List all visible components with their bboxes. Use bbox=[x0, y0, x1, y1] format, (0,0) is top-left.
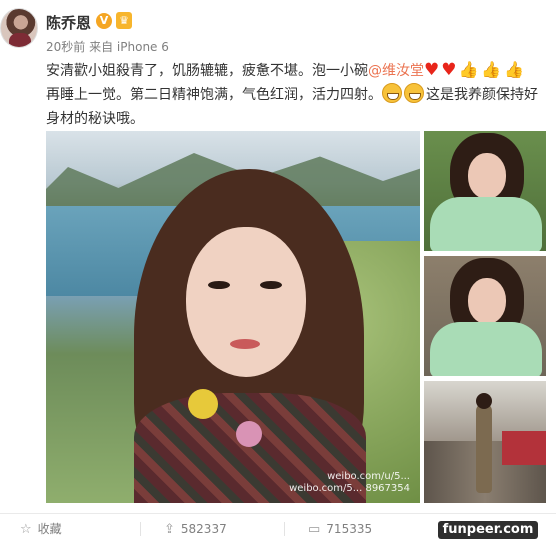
username[interactable]: 陈乔恩 bbox=[46, 12, 91, 33]
post-text-part-2: 再睡上一觉。第二日精神饱满，气色红润，活力四射。 bbox=[46, 87, 382, 103]
grin-emoji bbox=[404, 83, 424, 103]
thumbs-up-emoji: 👍 bbox=[458, 60, 479, 79]
thumbs-up-emoji: 👍 bbox=[481, 60, 502, 79]
repost-button[interactable]: ⇪ 582337 bbox=[164, 520, 227, 538]
post-time[interactable]: 20秒前 bbox=[46, 40, 85, 54]
comment-button[interactable]: ▭ 715335 bbox=[308, 520, 372, 538]
heart-emoji: ♥ bbox=[424, 60, 440, 80]
comment-icon: ▭ bbox=[308, 522, 321, 537]
grin-emoji bbox=[382, 83, 402, 103]
repost-icon: ⇪ bbox=[164, 522, 175, 537]
main-photo[interactable]: weibo.com/u/5... weibo.com/5... 8967354 bbox=[46, 131, 420, 503]
thumbs-up-emoji: 👍 bbox=[504, 60, 525, 79]
post-text-part-1: 安清歡小姐殺青了，饥肠辘辘，疲惫不堪。泡一小碗 bbox=[46, 63, 368, 79]
star-icon: ☆ bbox=[20, 522, 32, 537]
thumbnail-photo-1[interactable] bbox=[424, 131, 546, 251]
thumbnail-photo-3[interactable] bbox=[424, 381, 546, 503]
thumbnail-photo-2[interactable] bbox=[424, 256, 546, 376]
avatar[interactable] bbox=[0, 8, 38, 48]
post-source[interactable]: 来自 iPhone 6 bbox=[89, 40, 169, 54]
divider bbox=[140, 522, 141, 536]
photo-watermark: weibo.com/u/5... weibo.com/5... 8967354 bbox=[289, 471, 410, 494]
weibo-post-card: 陈乔恩 V ♛ 20秒前 来自 iPhone 6 安清歡小姐殺青了，饥肠辘辘，疲… bbox=[0, 0, 556, 541]
site-logo: funpeer.com bbox=[438, 521, 538, 539]
heart-emoji: ♥ bbox=[441, 60, 457, 80]
verified-v-icon: V bbox=[96, 13, 112, 29]
post-meta: 20秒前 来自 iPhone 6 bbox=[46, 38, 169, 55]
divider bbox=[284, 522, 285, 536]
collect-button[interactable]: ☆ 收藏 bbox=[20, 520, 62, 538]
mention-link[interactable]: @维汝堂 bbox=[368, 63, 424, 79]
member-crown-icon: ♛ bbox=[116, 12, 132, 29]
